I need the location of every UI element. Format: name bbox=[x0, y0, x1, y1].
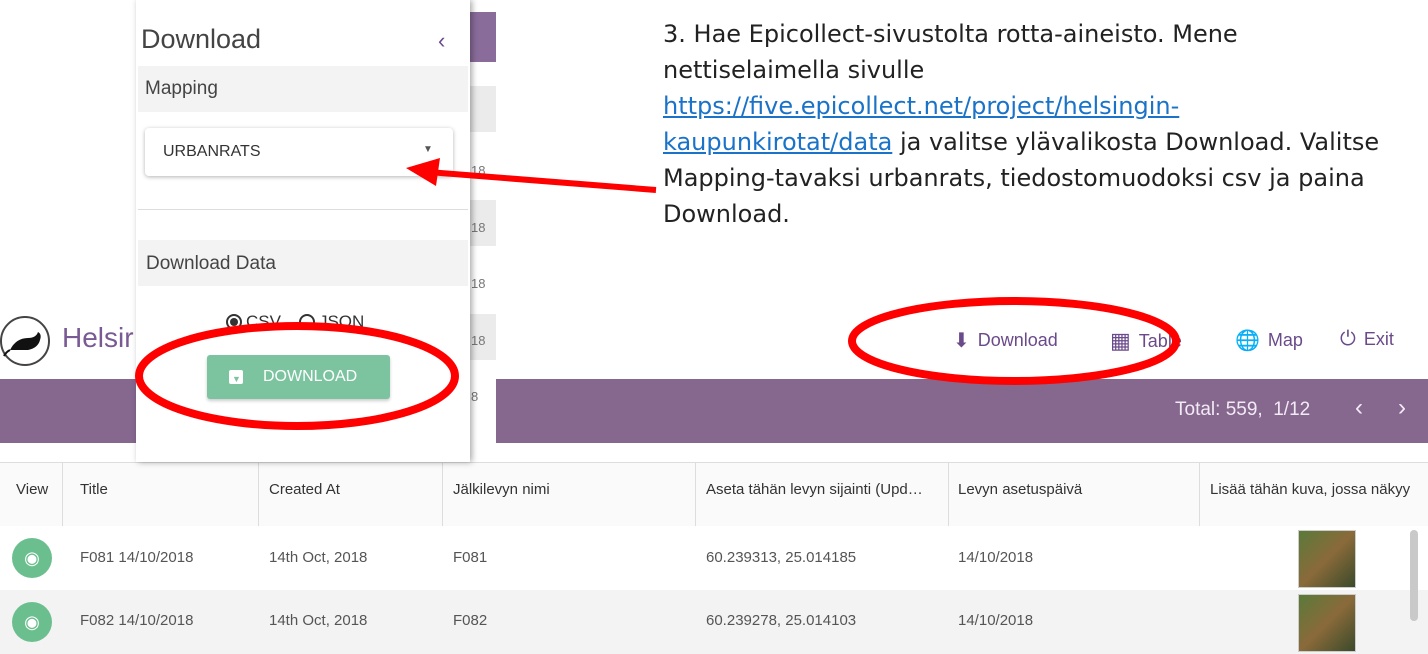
cell-date: 14/10/2018 bbox=[958, 549, 1034, 566]
mapping-value: URBANRATS bbox=[163, 143, 261, 160]
chevron-left-icon[interactable]: ‹ bbox=[438, 28, 445, 54]
table-icon: ▦ bbox=[1110, 328, 1131, 353]
background-strip-number: 18 bbox=[471, 163, 486, 178]
header-photo[interactable]: Lisää tähän kuva, jossa näkyy bbox=[1210, 481, 1428, 498]
view-button[interactable]: ◉ bbox=[12, 538, 52, 578]
cell-name: F081 bbox=[453, 549, 488, 566]
background-strip-number: 18 bbox=[471, 276, 486, 291]
mapping-section: Mapping bbox=[138, 66, 468, 112]
background-strip-bar bbox=[470, 12, 496, 62]
nav-table[interactable]: ▦ Table bbox=[1110, 328, 1182, 354]
power-icon: ⏻ bbox=[1340, 328, 1356, 350]
download-button-label: DOWNLOAD bbox=[263, 368, 358, 385]
column-divider bbox=[442, 462, 443, 526]
json-radio[interactable] bbox=[298, 314, 315, 330]
column-divider bbox=[948, 462, 949, 526]
download-icon: ⬇ bbox=[953, 330, 970, 352]
download-button[interactable]: ▼ DOWNLOAD bbox=[207, 355, 390, 399]
header-title[interactable]: Title bbox=[80, 481, 108, 498]
app-title: Helsir bbox=[62, 322, 134, 353]
rat-logo bbox=[0, 316, 50, 366]
format-radio-group: CSV JSON bbox=[226, 312, 364, 332]
photo-thumbnail[interactable] bbox=[1298, 594, 1356, 652]
header-created-at[interactable]: Created At bbox=[269, 481, 340, 498]
nav-map[interactable]: 🌐 Map bbox=[1235, 328, 1303, 353]
nav-download[interactable]: ⬇ Download bbox=[953, 328, 1058, 353]
page-indicator: 1/12 bbox=[1273, 399, 1311, 420]
background-strip-number: 18 bbox=[471, 220, 486, 235]
nav-exit[interactable]: ⏻ Exit bbox=[1340, 328, 1394, 351]
photo-thumbnail[interactable] bbox=[1298, 530, 1356, 588]
csv-label: CSV bbox=[246, 312, 281, 331]
column-divider bbox=[62, 462, 63, 526]
chevron-right-icon[interactable]: › bbox=[1398, 394, 1406, 422]
header-view[interactable]: View bbox=[16, 481, 48, 498]
divider bbox=[138, 209, 468, 210]
background-strip-number: 18 bbox=[471, 333, 486, 348]
column-divider bbox=[695, 462, 696, 526]
column-divider bbox=[1199, 462, 1200, 526]
csv-radio[interactable] bbox=[226, 314, 242, 330]
cell-location: 60.239313, 25.014185 bbox=[706, 549, 857, 566]
chevron-left-icon[interactable]: ‹ bbox=[1355, 394, 1363, 422]
scrollbar[interactable] bbox=[1410, 530, 1418, 621]
instruction-text-before: 3. Hae Epicollect-sivustolta rotta-ainei… bbox=[663, 20, 1238, 84]
caret-down-icon: ▼ bbox=[423, 144, 433, 155]
instruction-text: 3. Hae Epicollect-sivustolta rotta-ainei… bbox=[663, 16, 1383, 232]
eye-icon: ◉ bbox=[24, 611, 40, 632]
eye-icon: ◉ bbox=[24, 547, 40, 568]
header-set-date[interactable]: Levyn asetuspäivä bbox=[958, 481, 1082, 498]
mapping-label: Mapping bbox=[145, 78, 218, 99]
background-strip-header bbox=[470, 86, 496, 132]
cell-title: F081 14/10/2018 bbox=[80, 549, 194, 566]
total-count: Total: 559, 1/12 bbox=[1175, 399, 1311, 420]
json-label: JSON bbox=[318, 312, 365, 331]
cell-created: 14th Oct, 2018 bbox=[269, 549, 368, 566]
panel-title: Download bbox=[141, 24, 262, 54]
download-data-section: Download Data bbox=[138, 240, 468, 286]
background-strip-number: 8 bbox=[471, 389, 479, 404]
column-divider bbox=[258, 462, 259, 526]
header-trap-name[interactable]: Jälkilevyn nimi bbox=[453, 481, 550, 498]
view-button[interactable]: ◉ bbox=[12, 602, 52, 642]
download-data-label: Download Data bbox=[146, 253, 276, 274]
globe-icon: 🌐 bbox=[1235, 330, 1260, 352]
download-box-icon: ▼ bbox=[229, 370, 243, 384]
mapping-select[interactable]: URBANRATS ▼ bbox=[145, 128, 453, 176]
header-location[interactable]: Aseta tähän levyn sijainti (Upd… bbox=[706, 481, 923, 498]
